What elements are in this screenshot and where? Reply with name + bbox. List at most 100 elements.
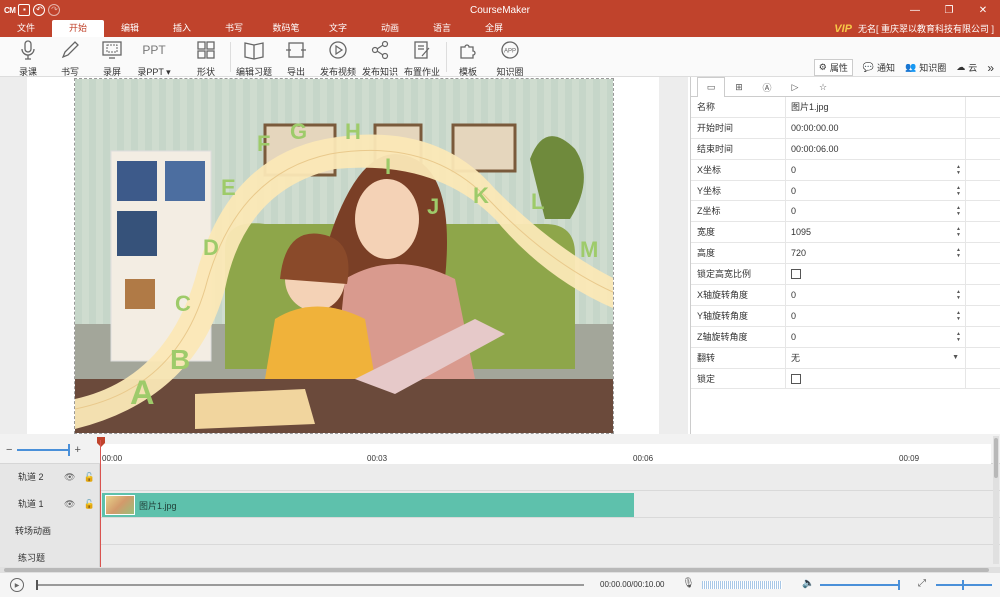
prop-row-name: 名称 图片1.jpg xyxy=(691,97,1000,118)
spin-arrows-icon[interactable]: ▲ ▼ xyxy=(956,331,961,343)
redo-icon[interactable]: ↷ xyxy=(48,4,61,16)
publish-knowledge-button[interactable]: 发布知识 xyxy=(360,39,400,78)
lock-icon[interactable]: 🔓 xyxy=(83,499,94,510)
record-ppt-button[interactable]: PPT 录PPT ▾ xyxy=(134,39,174,78)
timeline-zoom: − + xyxy=(6,444,81,456)
x-coordinate-stepper[interactable]: 0 ▲ ▼ xyxy=(786,159,966,180)
undo-icon[interactable]: ↶ xyxy=(33,4,46,16)
menu-file[interactable]: 文件 xyxy=(0,20,52,37)
menu-language[interactable]: 语言 xyxy=(416,20,468,37)
user-name[interactable]: 无名[ 重庆翠以教育科技有限公司 ] xyxy=(858,22,994,35)
template-button[interactable]: 模板 xyxy=(448,39,488,78)
close-button[interactable]: ✕ xyxy=(966,0,1000,20)
record-screen-button[interactable]: 录屏 xyxy=(92,39,132,78)
menu-start[interactable]: 开始 xyxy=(52,20,104,37)
spin-arrows-icon[interactable]: ▲ ▼ xyxy=(956,205,961,217)
y-coordinate-stepper[interactable]: 0 ▲ ▼ xyxy=(786,180,966,201)
menu-digital-pen[interactable]: 数码笔 xyxy=(260,20,312,37)
knowledge-circle-button[interactable]: APP 知识圈 xyxy=(490,39,530,78)
grid-icon[interactable]: ⊞ xyxy=(725,77,753,97)
selected-image[interactable]: A B C D E F G H I J K L M xyxy=(74,78,614,434)
seek-slider[interactable] xyxy=(36,580,584,590)
assign-homework-button[interactable]: 布置作业 xyxy=(402,39,442,78)
transition-track[interactable]: 转场动画 xyxy=(0,518,1000,545)
height-stepper[interactable]: 720 ▲ ▼ xyxy=(786,243,966,264)
menu-animation[interactable]: 动画 xyxy=(364,20,416,37)
width-stepper[interactable]: 1095 ▲ ▼ xyxy=(786,222,966,243)
zoom-in-button[interactable]: + xyxy=(74,444,80,456)
export-icon xyxy=(285,39,307,61)
prop-key: 宽度 xyxy=(691,222,786,243)
prop-row-height: 高度 720 ▲ ▼ xyxy=(691,243,1000,265)
properties-panel: ▭ ⊞ Ⓐ ▷ ☆ 名称 图片1.jpg 开始时间 00:00:00.00 结束时间… xyxy=(690,77,1000,434)
maximize-button[interactable]: ❐ xyxy=(932,0,966,20)
menu-text[interactable]: 文字 xyxy=(312,20,364,37)
spin-arrows-icon[interactable]: ▲ ▼ xyxy=(956,164,961,176)
eye-icon[interactable]: 👁 xyxy=(64,472,75,483)
letter-l: L xyxy=(531,189,544,214)
shape-button[interactable]: 形状 xyxy=(186,39,226,78)
track-2[interactable]: 轨道 2 👁 🔓 xyxy=(0,464,1000,491)
letter-d: D xyxy=(203,235,219,260)
microphone-icon[interactable]: 🎙 xyxy=(682,578,695,589)
y-rotation-stepper[interactable]: 0 ▲ ▼ xyxy=(786,305,966,326)
zoom-out-button[interactable]: − xyxy=(6,444,12,456)
spin-arrows-icon[interactable]: ▲ ▼ xyxy=(956,310,961,322)
expand-more-button[interactable]: » xyxy=(987,61,994,75)
lock-ratio-checkbox[interactable] xyxy=(791,269,801,280)
z-rotation-stepper[interactable]: 0 ▲ ▼ xyxy=(786,326,966,347)
end-time-field[interactable]: 00:00:06.00 xyxy=(786,138,966,159)
notifications-toggle[interactable]: 💬 通知 xyxy=(863,61,895,74)
timeline-vertical-scrollbar[interactable] xyxy=(993,436,999,564)
tick-label: 00:00 xyxy=(102,454,123,463)
fullscreen-icon[interactable]: ⤢ xyxy=(918,578,926,589)
minimize-button[interactable]: — xyxy=(898,0,932,20)
name-field[interactable]: 图片1.jpg xyxy=(786,97,966,117)
menu-insert[interactable]: 插入 xyxy=(156,20,208,37)
star-icon[interactable]: ☆ xyxy=(809,77,837,97)
menu-edit[interactable]: 编辑 xyxy=(104,20,156,37)
start-time-field[interactable]: 00:00:00.00 xyxy=(786,117,966,138)
export-button[interactable]: 导出 xyxy=(276,39,316,78)
time-ruler[interactable]: 00:00 00:03 00:06 00:09 xyxy=(101,444,991,464)
spin-arrows-icon[interactable]: ▲ ▼ xyxy=(956,247,961,259)
record-lesson-button[interactable]: 录课 xyxy=(8,39,48,78)
vip-badge[interactable]: VIP xyxy=(834,23,852,35)
properties-toggle[interactable]: ⚙ 属性 xyxy=(813,59,853,76)
cloud-toggle[interactable]: ☁ 云 xyxy=(956,61,977,74)
spin-arrows-icon[interactable]: ▲ ▼ xyxy=(956,289,961,301)
x-rotation-stepper[interactable]: 0 ▲ ▼ xyxy=(786,285,966,305)
write-button[interactable]: 书写 xyxy=(50,39,90,78)
play-button[interactable]: ▶ xyxy=(10,578,24,592)
ribbon-separator xyxy=(230,42,231,72)
menu-write[interactable]: 书写 xyxy=(208,20,260,37)
media-icon[interactable]: ▷ xyxy=(781,77,809,97)
edit-exercise-button[interactable]: 编辑习题 xyxy=(234,39,274,78)
save-icon[interactable]: ▪ xyxy=(18,4,31,16)
menu-fullscreen[interactable]: 全屏 xyxy=(468,20,520,37)
lock-icon[interactable]: 🔓 xyxy=(83,472,94,483)
image-clip[interactable]: 图片1.jpg xyxy=(102,493,634,517)
audio-level-meter xyxy=(702,581,782,589)
spin-arrows-icon[interactable]: ▲ ▼ xyxy=(956,226,961,238)
text-icon[interactable]: Ⓐ xyxy=(753,77,781,97)
puzzle-icon xyxy=(457,39,479,61)
knowledge-circle-toggle[interactable]: 👥 知识圈 xyxy=(905,61,946,74)
lock-checkbox[interactable] xyxy=(791,373,801,384)
window-icon[interactable]: ▭ xyxy=(697,77,725,97)
z-coordinate-stepper[interactable]: 0 ▲ ▼ xyxy=(786,201,966,222)
cloud-icon: ☁ xyxy=(956,62,966,72)
prop-key: 名称 xyxy=(691,97,786,117)
flip-select[interactable]: 无 ▼ xyxy=(786,347,966,368)
playhead-line[interactable] xyxy=(100,440,101,570)
volume-slider[interactable] xyxy=(820,580,900,590)
publish-video-button[interactable]: 发布视频 xyxy=(318,39,358,78)
track-1[interactable]: 轨道 1 👁 🔓 图片1.jpg xyxy=(0,491,1000,518)
prop-row-flip: 翻转无 ▼ xyxy=(691,347,1000,369)
volume-icon[interactable]: 🔈 xyxy=(802,578,814,589)
view-zoom-slider[interactable] xyxy=(936,580,992,590)
zoom-slider[interactable] xyxy=(17,444,71,456)
spin-arrows-icon[interactable]: ▲ ▼ xyxy=(956,185,961,197)
eye-icon[interactable]: 👁 xyxy=(64,499,75,510)
ribbon-toolbar: 录课 书写 录屏 PPT 录PPT ▾ 形状 编辑习题 导出 发布视频 发布知识… xyxy=(0,37,1000,77)
